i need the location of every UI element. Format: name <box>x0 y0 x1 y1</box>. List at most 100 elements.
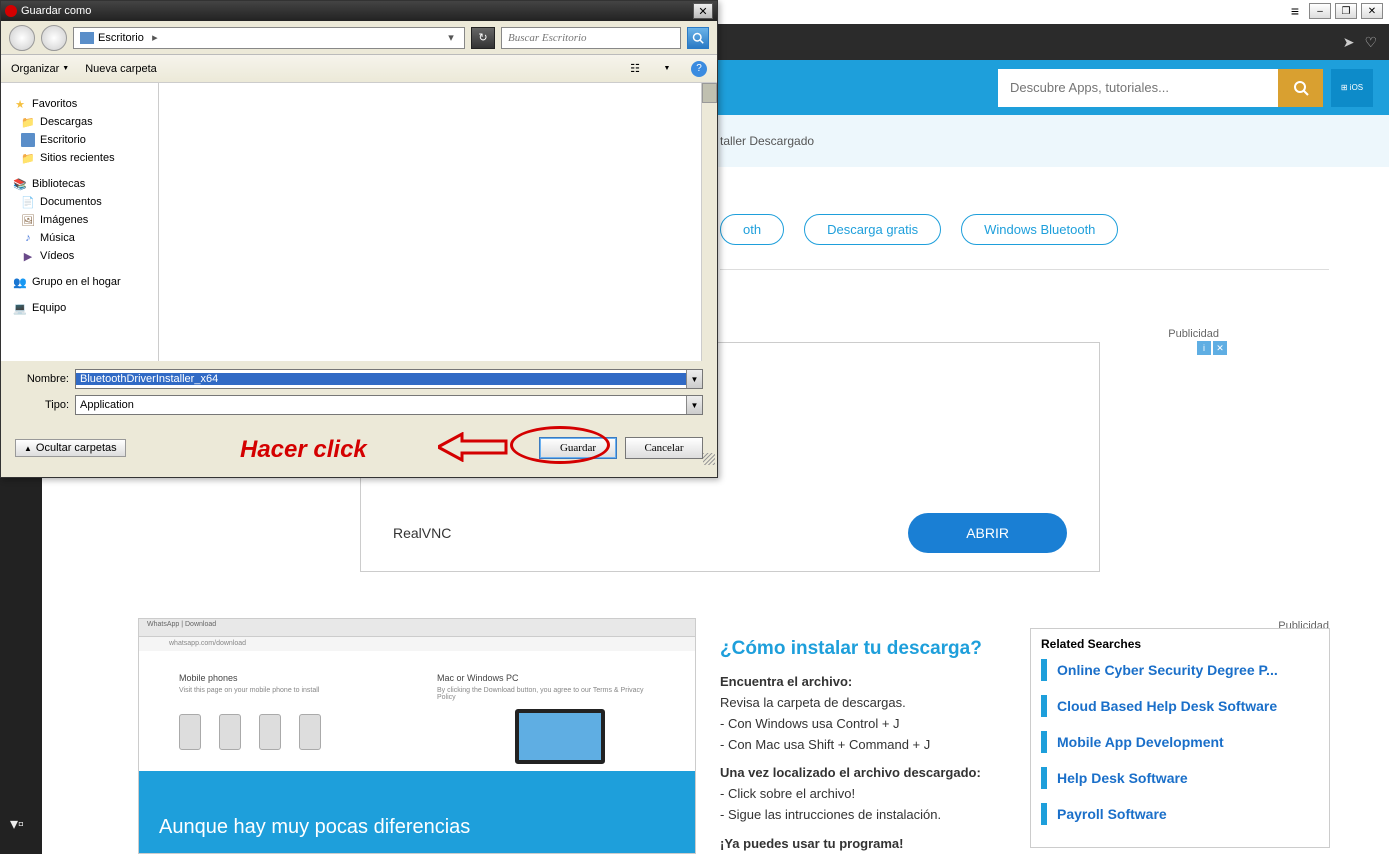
pill-item[interactable]: Windows Bluetooth <box>961 214 1118 245</box>
related-item[interactable]: Mobile App Development <box>1041 731 1319 753</box>
dropdown-icon[interactable]: ▼ <box>686 370 702 388</box>
name-input[interactable]: BluetoothDriverInstaller_x64 ▼ <box>75 369 703 389</box>
search-button[interactable] <box>1278 69 1323 107</box>
name-value[interactable]: BluetoothDriverInstaller_x64 <box>76 373 686 385</box>
path-dropdown-icon[interactable]: ▾ <box>444 31 458 44</box>
os-selector[interactable]: ⊞ iOS <box>1331 69 1373 107</box>
hide-folders-button[interactable]: ▲Ocultar carpetas <box>15 439 126 457</box>
path-arrow-icon[interactable]: ▸ <box>148 31 162 44</box>
dialog-titlebar[interactable]: Guardar como ✕ <box>1 1 717 21</box>
related-link[interactable]: Online Cyber Security Degree P... <box>1057 662 1278 678</box>
ad-close-icon[interactable]: ✕ <box>1213 341 1227 355</box>
thumb-col-heading: Mobile phones <box>179 673 397 683</box>
dialog-body: ★Favoritos 📁Descargas Escritorio 📁Sitios… <box>1 83 717 361</box>
save-button[interactable]: Guardar <box>539 437 617 459</box>
related-item[interactable]: Help Desk Software <box>1041 767 1319 789</box>
search-input[interactable] <box>998 69 1278 107</box>
help-icon[interactable]: ? <box>691 61 707 77</box>
opera-icon <box>5 5 17 17</box>
dropdown-icon[interactable]: ▼ <box>686 396 702 414</box>
send-icon[interactable]: ➤ <box>1343 34 1355 51</box>
forward-button[interactable] <box>41 25 67 51</box>
related-item[interactable]: Cloud Based Help Desk Software <box>1041 695 1319 717</box>
new-folder-button[interactable]: Nueva carpeta <box>85 63 157 75</box>
folder-tree[interactable]: ★Favoritos 📁Descargas Escritorio 📁Sitios… <box>1 83 159 361</box>
related-title: Related Searches <box>1041 637 1319 651</box>
related-link[interactable]: Mobile App Development <box>1057 734 1224 750</box>
instr-line: - Con Mac usa Shift + Command + J <box>720 735 1015 756</box>
dialog-search-button[interactable] <box>687 27 709 49</box>
dialog-search-input[interactable] <box>502 32 680 44</box>
cancel-button[interactable]: Cancelar <box>625 437 703 459</box>
back-button[interactable] <box>9 25 35 51</box>
instr-heading: ¡Ya puedes usar tu programa! <box>720 836 1015 851</box>
related-link[interactable]: Cloud Based Help Desk Software <box>1057 698 1277 714</box>
tree-computer[interactable]: 💻Equipo <box>3 299 156 317</box>
device-icon <box>259 714 281 750</box>
tree-recent[interactable]: 📁Sitios recientes <box>3 149 156 167</box>
ad-open-button[interactable]: ABRIR <box>908 513 1067 553</box>
tree-images[interactable]: 🖼Imágenes <box>3 211 156 229</box>
save-as-dialog: Guardar como ✕ Escritorio ▸ ▾ ↻ Organiza… <box>0 0 718 478</box>
view-options-icon[interactable]: ☷ <box>627 61 643 77</box>
thumb-devices <box>179 714 321 750</box>
related-searches: Related Searches Online Cyber Security D… <box>1030 628 1330 848</box>
thumb-banner-text: Aunque hay muy pocas diferencias <box>139 802 695 853</box>
instr-line: - Click sobre el archivo! <box>720 784 1015 805</box>
menu-icon[interactable]: ≡ <box>1291 3 1299 19</box>
tree-downloads[interactable]: 📁Descargas <box>3 113 156 131</box>
tree-desktop[interactable]: Escritorio <box>3 131 156 149</box>
refresh-button[interactable]: ↻ <box>471 27 495 49</box>
heart-icon[interactable]: ♡ <box>1364 34 1377 51</box>
instr-heading: Una vez localizado el archivo descargado… <box>720 765 1015 780</box>
laptop-icon <box>515 709 605 764</box>
resize-grip[interactable] <box>703 453 715 465</box>
device-icon <box>299 714 321 750</box>
search-icon <box>692 32 704 44</box>
minimize-button[interactable]: – <box>1309 3 1331 19</box>
type-select[interactable]: Application ▼ <box>75 395 703 415</box>
thumb-tabbar: WhatsApp | Download <box>139 619 695 637</box>
maximize-button[interactable]: ❐ <box>1335 3 1357 19</box>
scrollbar[interactable] <box>701 83 717 361</box>
dialog-title: Guardar como <box>21 5 91 17</box>
tree-documents[interactable]: 📄Documentos <box>3 193 156 211</box>
close-button[interactable]: ✕ <box>1361 3 1383 19</box>
path-box[interactable]: Escritorio ▸ ▾ <box>73 27 465 49</box>
related-link[interactable]: Help Desk Software <box>1057 770 1188 786</box>
site-search <box>998 69 1323 107</box>
annotation-arrow-icon <box>438 432 508 462</box>
file-list[interactable] <box>159 83 717 361</box>
name-label: Nombre: <box>15 373 69 385</box>
pill-item[interactable]: Descarga gratis <box>804 214 941 245</box>
search-icon <box>1293 80 1309 96</box>
sidebar-icon[interactable]: ▾▫ <box>10 814 24 834</box>
accent-bar <box>1041 803 1047 825</box>
thumb-col-mobile: Mobile phones Visit this page on your mo… <box>179 673 397 701</box>
related-item[interactable]: Payroll Software <box>1041 803 1319 825</box>
scrollbar-thumb[interactable] <box>702 83 717 103</box>
type-label: Tipo: <box>15 399 69 411</box>
thumb-col-pc: Mac or Windows PC By clicking the Downlo… <box>437 673 655 701</box>
tutorial-thumbnail[interactable]: WhatsApp | Download whatsapp.com/downloa… <box>138 618 696 854</box>
organize-menu[interactable]: Organizar ▼ <box>11 63 69 75</box>
tree-libraries[interactable]: 📚Bibliotecas <box>3 175 156 193</box>
related-item[interactable]: Online Cyber Security Degree P... <box>1041 659 1319 681</box>
device-icon <box>219 714 241 750</box>
pill-item[interactable]: oth <box>720 214 784 245</box>
related-link[interactable]: Payroll Software <box>1057 806 1167 822</box>
window-controls: ≡ – ❐ ✕ <box>1291 0 1389 22</box>
tree-homegroup[interactable]: 👥Grupo en el hogar <box>3 273 156 291</box>
view-dropdown-icon[interactable]: ▼ <box>659 61 675 77</box>
tree-music[interactable]: ♪Música <box>3 229 156 247</box>
tree-favorites[interactable]: ★Favoritos <box>3 95 156 113</box>
thumb-col-text: By clicking the Download button, you agr… <box>437 687 655 701</box>
accent-bar <box>1041 695 1047 717</box>
instr-line: - Con Windows usa Control + J <box>720 714 1015 735</box>
dialog-close-button[interactable]: ✕ <box>693 3 713 19</box>
install-instructions: ¿Cómo instalar tu descarga? Encuentra el… <box>720 638 1015 855</box>
instr-line: Revisa la carpeta de descargas. <box>720 693 1015 714</box>
tree-videos[interactable]: ▶Vídeos <box>3 247 156 265</box>
dialog-fields: Nombre: BluetoothDriverInstaller_x64 ▼ T… <box>1 361 717 429</box>
ad-info-icon[interactable]: i <box>1197 341 1211 355</box>
